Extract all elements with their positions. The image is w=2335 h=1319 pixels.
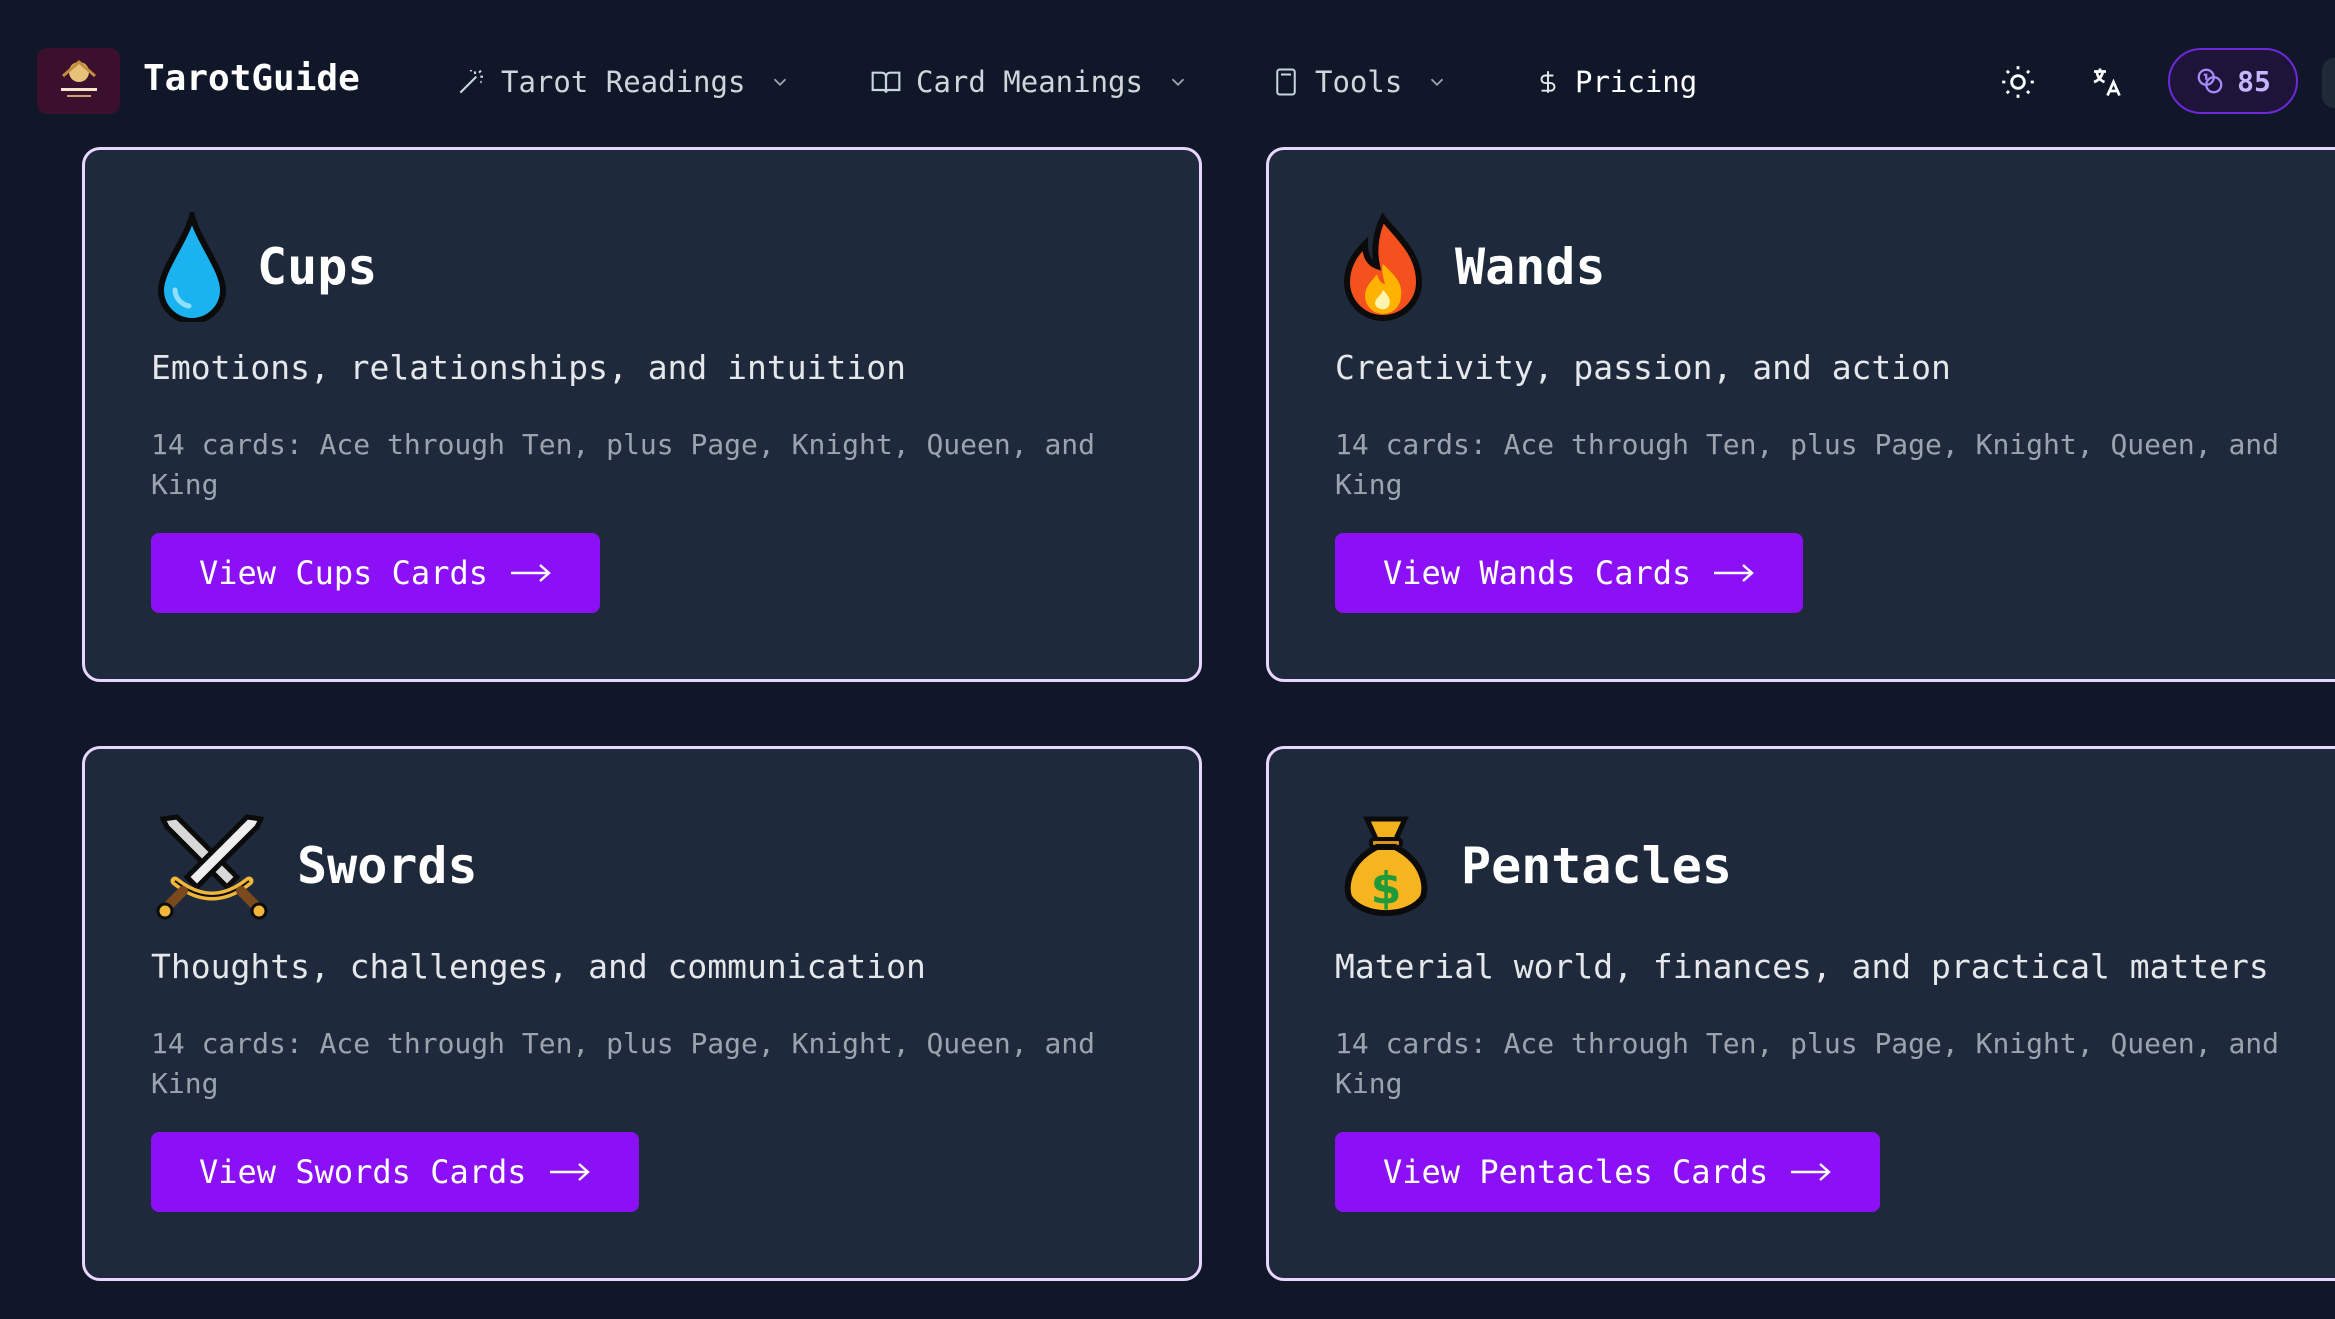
button-label: View Cups Cards: [199, 554, 488, 592]
view-swords-cards-button[interactable]: View Swords Cards: [151, 1132, 639, 1212]
suit-subtitle: Creativity, passion, and action: [1335, 348, 1951, 387]
nav-tarot-readings[interactable]: Tarot Readings: [455, 62, 791, 102]
fire-icon: [1343, 212, 1423, 321]
dollar-sign-glyph: $: [1371, 863, 1402, 914]
brand-logo[interactable]: [37, 48, 120, 114]
dollar-icon: [1540, 71, 1556, 93]
suit-card-header: $ Pentacles: [1339, 811, 1732, 921]
view-cups-cards-button[interactable]: View Cups Cards: [151, 533, 600, 613]
suit-description: 14 cards: Ace through Ten, plus Page, Kn…: [151, 1027, 1096, 1100]
suit-card-cups: Cups Emotions, relationships, and intuit…: [82, 147, 1202, 682]
suit-card-header: Swords: [155, 811, 478, 921]
nav-tools[interactable]: Tools: [1271, 62, 1448, 102]
money-bag-icon: $: [1344, 816, 1428, 917]
nav-tools-label: Tools: [1315, 65, 1403, 99]
view-pentacles-cards-button[interactable]: View Pentacles Cards: [1335, 1132, 1881, 1212]
book-open-icon: [871, 71, 901, 93]
chevron-down-icon: [774, 78, 787, 87]
button-label: View Wands Cards: [1383, 554, 1692, 592]
suit-card-wands: Wands Creativity, passion, and action 14…: [1266, 147, 2335, 682]
suit-title: Pentacles: [1461, 837, 1732, 895]
arrow-right-icon: [510, 564, 551, 582]
credits-count: 85: [2237, 64, 2271, 98]
brand-name[interactable]: TarotGuide: [143, 58, 360, 99]
translate-icon: [2093, 68, 2121, 97]
coins-icon: [2197, 68, 2223, 94]
chevron-down-icon: [1171, 78, 1185, 87]
nav-pricing[interactable]: Pricing: [1535, 62, 1697, 102]
nav-card-meanings-label: Card Meanings: [916, 65, 1143, 99]
suit-subtitle: Material world, finances, and practical …: [1335, 947, 2269, 986]
suit-subtitle: Thoughts, challenges, and communication: [151, 947, 926, 986]
user-menu-button[interactable]: [2322, 58, 2335, 108]
suit-description: 14 cards: Ace through Ten, plus Page, Kn…: [1335, 428, 2280, 501]
nav-tarot-readings-label: Tarot Readings: [501, 65, 746, 99]
suit-title: Wands: [1455, 238, 1606, 296]
arrow-right-icon: [549, 1163, 590, 1181]
button-label: View Swords Cards: [199, 1153, 527, 1191]
arrow-right-icon: [1791, 1163, 1832, 1181]
nav-pricing-label: Pricing: [1575, 65, 1698, 99]
suit-description: 14 cards: Ace through Ten, plus Page, Kn…: [151, 428, 1096, 501]
chevron-down-icon: [1431, 78, 1444, 87]
suit-subtitle: Emotions, relationships, and intuition: [151, 348, 906, 387]
crossed-swords-icon: [156, 814, 268, 920]
calculator-icon: [1276, 68, 1296, 96]
credits-badge[interactable]: 85: [2168, 48, 2298, 114]
logo-emblem-icon: [60, 60, 97, 97]
suit-card-swords: Swords Thoughts, challenges, and communi…: [82, 746, 1202, 1281]
suit-card-pentacles: $ Pentacles Material world, finances, an…: [1266, 746, 2335, 1281]
suit-card-header: Wands: [1339, 212, 1606, 322]
view-wands-cards-button[interactable]: View Wands Cards: [1335, 533, 1804, 613]
sun-icon: [2002, 66, 2034, 98]
page: TarotGuide Tarot Readings Card Meanings …: [0, 0, 2335, 1319]
suit-title: Swords: [297, 837, 478, 895]
nav-card-meanings[interactable]: Card Meanings: [870, 62, 1189, 102]
water-drop-icon: [157, 212, 227, 322]
wand-icon: [459, 69, 483, 94]
suit-description: 14 cards: Ace through Ten, plus Page, Kn…: [1335, 1027, 2280, 1100]
button-label: View Pentacles Cards: [1383, 1153, 1769, 1191]
top-navigation: TarotGuide Tarot Readings Card Meanings …: [0, 0, 2335, 145]
arrow-right-icon: [1714, 564, 1755, 582]
suit-card-header: Cups: [155, 212, 377, 322]
theme-toggle-button[interactable]: [1996, 60, 2040, 104]
suit-title: Cups: [257, 238, 378, 296]
language-button[interactable]: [2084, 60, 2128, 104]
